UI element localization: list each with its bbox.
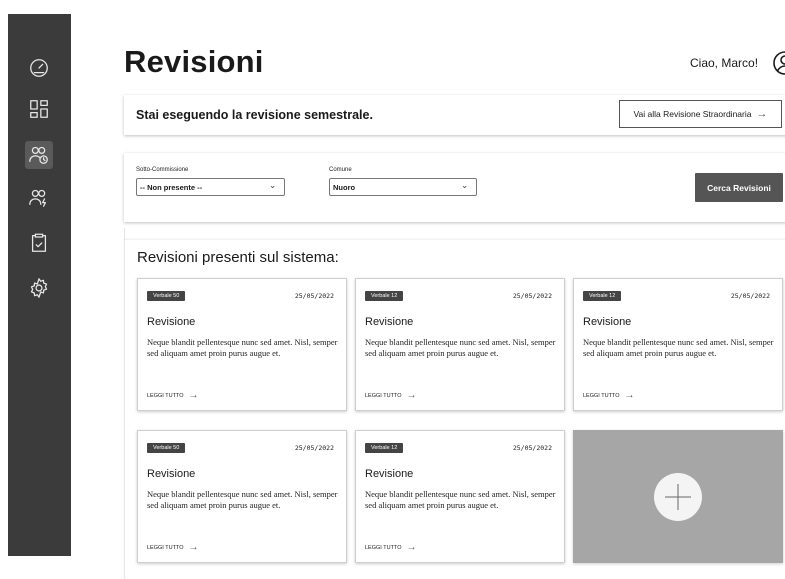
revision-card-title: Revisione	[365, 468, 414, 480]
revision-date: 25/05/2022	[294, 292, 334, 300]
extraordinary-revision-button-label: Vai alla Revisione Straordinaria	[633, 109, 752, 119]
revision-card-body: Neque blandit pellentesque nunc sed amet…	[583, 337, 774, 359]
verbale-badge: Verbale 12	[365, 291, 404, 301]
revision-card-body: Neque blandit pellentesque nunc sed amet…	[365, 337, 556, 359]
read-more-link[interactable]: LEGGI TUTTO →	[147, 542, 198, 553]
page-title: Revisioni	[124, 44, 264, 79]
verbale-badge: Verbale 50	[147, 443, 186, 453]
chevron-down-icon: ⌄	[269, 181, 276, 190]
revision-date: 25/05/2022	[512, 444, 552, 452]
read-more-label: LEGGI TUTTO	[147, 544, 184, 551]
chevron-down-icon: ⌄	[461, 181, 468, 190]
users-bolt-icon[interactable]	[25, 184, 53, 212]
revisions-section: Revisioni presenti sul sistema: Verbale …	[124, 240, 785, 579]
read-more-link[interactable]: LEGGI TUTTO →	[583, 390, 634, 401]
revision-mode-text: Stai eseguendo la revisione semestrale.	[136, 108, 373, 122]
settings-gear-icon[interactable]	[25, 274, 53, 302]
search-revisions-button[interactable]: Cerca Revisioni	[695, 173, 783, 202]
revision-card[interactable]: Verbale 50 25/05/2022 Revisione Neque bl…	[137, 430, 347, 563]
revision-date: 25/05/2022	[512, 292, 552, 300]
revision-card[interactable]: Verbale 12 25/05/2022 Revisione Neque bl…	[573, 278, 783, 411]
comune-label: Comune	[329, 167, 352, 173]
read-more-label: LEGGI TUTTO	[147, 392, 184, 399]
sotto-commissione-select[interactable]: -- Non presente -- ⌄	[136, 178, 285, 196]
revision-card-title: Revisione	[147, 316, 196, 328]
plus-icon	[654, 473, 702, 521]
revision-card-body: Neque blandit pellentesque nunc sed amet…	[365, 489, 556, 511]
read-more-link[interactable]: LEGGI TUTTO →	[147, 390, 198, 401]
sidebar	[8, 14, 71, 556]
revision-card-title: Revisione	[365, 316, 414, 328]
read-more-label: LEGGI TUTTO	[583, 392, 620, 399]
revision-date: 25/05/2022	[730, 292, 770, 300]
revision-card-title: Revisione	[147, 468, 196, 480]
verbale-badge: Verbale 12	[583, 291, 622, 301]
clipboard-check-icon[interactable]	[25, 229, 53, 257]
arrow-right-icon: →	[624, 390, 635, 401]
arrow-right-icon: →	[406, 542, 417, 553]
sotto-commissione-value: -- Non presente --	[140, 183, 203, 192]
user-avatar-icon[interactable]	[772, 50, 785, 76]
revision-card[interactable]: Verbale 12 25/05/2022 Revisione Neque bl…	[355, 278, 565, 411]
read-more-link[interactable]: LEGGI TUTTO →	[365, 390, 416, 401]
add-revision-card[interactable]	[573, 430, 783, 563]
read-more-link[interactable]: LEGGI TUTTO →	[365, 542, 416, 553]
revision-card[interactable]: Verbale 50 25/05/2022 Revisione Neque bl…	[137, 278, 347, 411]
revision-date: 25/05/2022	[294, 444, 334, 452]
revision-card-title: Revisione	[583, 316, 632, 328]
revision-mode-banner: Stai eseguendo la revisione semestrale. …	[124, 95, 785, 135]
extraordinary-revision-button[interactable]: Vai alla Revisione Straordinaria →	[619, 100, 782, 128]
layout-grid-icon[interactable]	[25, 95, 53, 123]
revision-card[interactable]: Verbale 12 25/05/2022 Revisione Neque bl…	[355, 430, 565, 563]
read-more-label: LEGGI TUTTO	[365, 392, 402, 399]
verbale-badge: Verbale 50	[147, 291, 186, 301]
verbale-badge: Verbale 12	[365, 443, 404, 453]
read-more-label: LEGGI TUTTO	[365, 544, 402, 551]
users-clock-icon[interactable]	[25, 141, 53, 169]
arrow-right-icon: →	[756, 108, 768, 120]
filters-panel: Sotto-Commissione -- Non presente -- ⌄ C…	[124, 153, 785, 222]
sotto-commissione-label: Sotto-Commissione	[136, 167, 189, 173]
user-greeting: Ciao, Marco!	[690, 56, 759, 70]
arrow-right-icon: →	[188, 390, 199, 401]
revision-card-body: Neque blandit pellentesque nunc sed amet…	[147, 337, 338, 359]
arrow-right-icon: →	[406, 390, 417, 401]
comune-value: Nuoro	[333, 183, 356, 192]
arrow-right-icon: →	[188, 542, 199, 553]
revision-card-body: Neque blandit pellentesque nunc sed amet…	[147, 489, 338, 511]
section-title: Revisioni presenti sul sistema:	[137, 249, 339, 266]
dashboard-gauge-icon[interactable]	[25, 54, 53, 82]
comune-select[interactable]: Nuoro ⌄	[329, 178, 477, 196]
